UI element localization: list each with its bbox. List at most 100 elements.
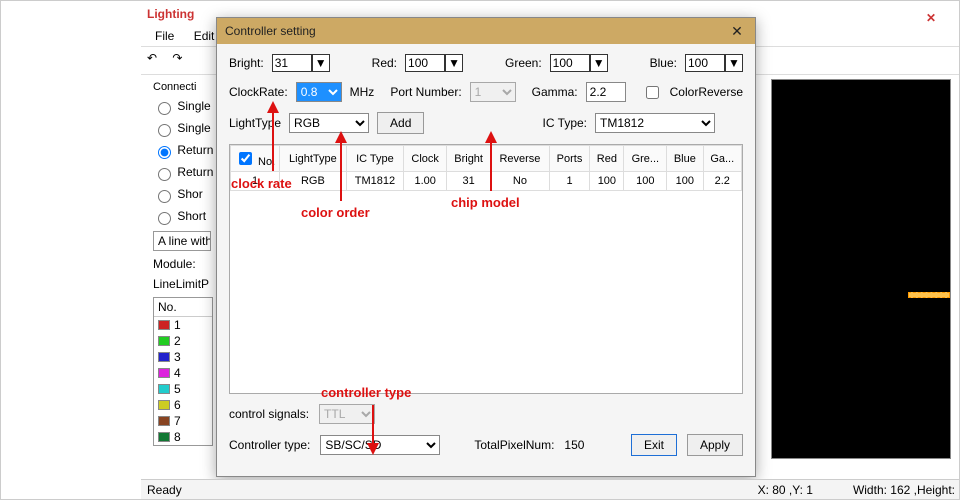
app-title: Lighting (147, 7, 194, 21)
color-list-header: No. (154, 298, 212, 317)
grid-cell: RGB (280, 172, 346, 191)
color-swatch-icon (158, 416, 170, 426)
conn-radio[interactable] (158, 124, 171, 137)
red-label: Red: (372, 56, 397, 70)
colorreverse-label: ColorReverse (670, 85, 743, 99)
color-number: 1 (174, 318, 181, 332)
grid-header[interactable]: LightType (280, 146, 346, 172)
color-list: No. 12345 678 (153, 297, 213, 446)
conn-radio-label: Return (177, 143, 213, 157)
redo-icon[interactable]: ↷ (172, 51, 190, 69)
grid-header[interactable]: Ports (549, 146, 590, 172)
green-input[interactable] (550, 54, 590, 72)
conn-radio[interactable] (158, 190, 171, 203)
grid-cell: 100 (667, 172, 703, 191)
ctrlsig-label: control signals: (229, 407, 309, 421)
color-row[interactable]: 6 (154, 397, 212, 413)
color-swatch-icon (158, 352, 170, 362)
grid-cell: 1 (231, 172, 280, 191)
grid-cell: 1 (549, 172, 590, 191)
undo-icon[interactable]: ↶ (147, 51, 165, 69)
color-row[interactable]: 2 (154, 333, 212, 349)
grid-cell: No (491, 172, 549, 191)
red-input[interactable] (405, 54, 445, 72)
conn-radio[interactable] (158, 146, 171, 159)
grid-header[interactable]: Gre... (624, 146, 667, 172)
status-wh: Width: 162 ,Height: (853, 483, 955, 497)
dialog-titlebar: Controller setting ✕ (217, 18, 755, 44)
grid-header[interactable]: Reverse (491, 146, 549, 172)
blue-stepper-icon[interactable]: ▼ (725, 54, 743, 72)
line-option: A line with (153, 231, 211, 251)
red-stepper-icon[interactable]: ▼ (445, 54, 463, 72)
bright-label: Bright: (229, 56, 264, 70)
exit-button[interactable]: Exit (631, 434, 677, 456)
ictype-select[interactable]: TM1812 (595, 113, 715, 133)
color-swatch-icon (158, 400, 170, 410)
add-button[interactable]: Add (377, 112, 424, 134)
grid-cell: TM1812 (346, 172, 404, 191)
apply-button[interactable]: Apply (687, 434, 743, 456)
portnum-label: Port Number: (390, 85, 461, 99)
ctrltype-label: Controller type: (229, 438, 310, 452)
ictype-label: IC Type: (543, 116, 587, 130)
grid-header[interactable]: Blue (667, 146, 703, 172)
grid-cell: 100 (590, 172, 624, 191)
linelimit-label: LineLimitP (153, 277, 209, 291)
grid-header[interactable]: Bright (447, 146, 491, 172)
totalpixel-label: TotalPixelNum: (474, 438, 554, 452)
color-row[interactable]: 8 (154, 429, 212, 445)
grid-cell: 2.2 (703, 172, 742, 191)
preview-strip (908, 292, 950, 298)
grid-header[interactable]: IC Type (346, 146, 404, 172)
grid-check-all[interactable] (239, 152, 252, 165)
grid-header[interactable]: Clock (404, 146, 447, 172)
conn-radio-label: Short (177, 209, 206, 223)
blue-label: Blue: (650, 56, 677, 70)
dialog-title: Controller setting (225, 24, 316, 38)
clockrate-select[interactable]: 0.8 (296, 82, 342, 102)
color-row[interactable]: 4 (154, 365, 212, 381)
lighttype-label: LightType (229, 116, 281, 130)
status-ready: Ready (147, 483, 182, 497)
conn-radio[interactable] (158, 168, 171, 181)
dialog-close-icon[interactable]: ✕ (727, 23, 747, 40)
green-label: Green: (505, 56, 542, 70)
conn-radio-label: Single (177, 99, 210, 113)
color-swatch-icon (158, 432, 170, 442)
color-swatch-icon (158, 336, 170, 346)
color-row[interactable]: 1 (154, 317, 212, 333)
table-row[interactable]: 1RGBTM18121.0031No11001001002.2 (231, 172, 742, 191)
color-row[interactable]: 7 (154, 413, 212, 429)
ctrlsig-select: TTL (319, 404, 375, 424)
blue-input[interactable] (685, 54, 725, 72)
module-label: Module: (153, 257, 196, 271)
grid-header[interactable]: Red (590, 146, 624, 172)
grid-header[interactable]: Ga... (703, 146, 742, 172)
statusbar: Ready X: 80 ,Y: 1 Width: 162 ,Height: (141, 479, 960, 499)
color-row[interactable]: 5 (154, 381, 212, 397)
bright-input[interactable] (272, 54, 312, 72)
color-number: 6 (174, 398, 181, 412)
grid-cell: 31 (447, 172, 491, 191)
green-stepper-icon[interactable]: ▼ (590, 54, 608, 72)
status-xy: X: 80 ,Y: 1 (758, 483, 813, 497)
conn-radio[interactable] (158, 102, 171, 115)
lighttype-select[interactable]: RGB (289, 113, 369, 133)
gamma-input[interactable] (586, 82, 626, 102)
totalpixel-value: 150 (564, 438, 584, 452)
color-row[interactable]: 3 (154, 349, 212, 365)
ctrltype-select[interactable]: SB/SC/SD (320, 435, 440, 455)
menu-file[interactable]: File (147, 27, 182, 45)
grid-header-no[interactable]: No. (231, 146, 280, 172)
conn-radio-label: Shor (177, 187, 202, 201)
colorreverse-checkbox[interactable] (646, 86, 659, 99)
grid-cell: 1.00 (404, 172, 447, 191)
clockrate-label: ClockRate: (229, 85, 288, 99)
clockrate-unit: MHz (350, 85, 375, 99)
conn-radio[interactable] (158, 212, 171, 225)
bright-stepper-icon[interactable]: ▼ (312, 54, 330, 72)
color-number: 5 (174, 382, 181, 396)
main-close-icon[interactable]: ✕ (919, 5, 943, 23)
light-grid[interactable]: No.LightTypeIC TypeClockBrightReversePor… (229, 144, 743, 394)
